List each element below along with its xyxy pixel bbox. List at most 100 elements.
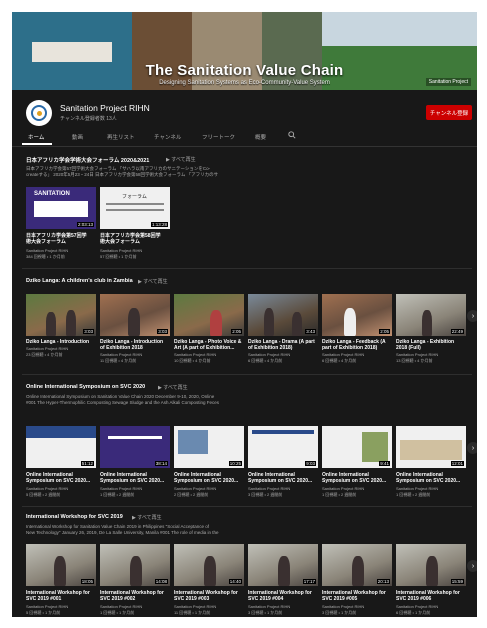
tab-playlists[interactable]: 再生リスト — [107, 133, 135, 141]
section-title[interactable]: Online International Symposium on SVC 20… — [26, 384, 145, 390]
video-title[interactable]: Dziko Langa - Introduction of Exhibition … — [100, 339, 168, 351]
video-duration: 51:12 — [80, 461, 94, 466]
video-thumbnail[interactable]: 51:12 — [26, 426, 96, 468]
tab-videos[interactable]: 動画 — [72, 133, 83, 141]
video-title-line: SVC 2019 #005 — [322, 596, 358, 602]
video-thumbnail[interactable]: 20:13 — [322, 544, 392, 586]
video-title[interactable]: Dziko Langa - Photo Voice & Art (A part o… — [174, 339, 242, 351]
video-channel[interactable]: Sanitation Project RIHN — [174, 352, 216, 357]
search-icon[interactable] — [288, 131, 296, 141]
tab-about[interactable]: 概要 — [255, 133, 266, 141]
video-title[interactable]: International Workshop for SVC 2019 #001 — [26, 590, 94, 602]
video-channel[interactable]: Sanitation Project RIHN — [100, 248, 142, 253]
carousel-next-icon[interactable]: › — [467, 442, 477, 454]
video-thumbnail[interactable]: 9:41 — [322, 426, 392, 468]
video-channel[interactable]: Sanitation Project RIHN — [322, 604, 364, 609]
tab-community[interactable]: フリートーク — [202, 133, 235, 141]
thumbnail-line — [252, 430, 314, 434]
video-title-line: Symposium on SVC 2020... — [100, 478, 165, 484]
play-all-label: すべて再生 — [171, 157, 196, 163]
play-all-link[interactable]: ▶ すべて再生 — [158, 384, 188, 391]
section-title[interactable]: 日本アフリカ学会学術大会フォーラム 2020&2021 — [26, 156, 149, 164]
video-title[interactable]: 日本アフリカ学会第58回学 術大会フォーラム — [100, 233, 168, 245]
video-meta: 1 回視聴 • 1 か月前 — [100, 610, 135, 615]
video-channel[interactable]: Sanitation Project RIHN — [322, 352, 364, 357]
video-title[interactable]: Dziko Langa - Feedback (A part of Exhibit… — [322, 339, 390, 351]
video-duration: 15:59 — [450, 579, 464, 584]
video-meta: 3 回視聴 • 1 か月前 — [322, 610, 357, 615]
video-title[interactable]: Online International Symposium on SVC 202… — [100, 472, 168, 484]
video-thumbnail[interactable]: 3:03 — [100, 294, 170, 336]
video-thumbnail[interactable]: 12:01 — [396, 426, 466, 468]
thumbnail-figure — [204, 556, 216, 586]
video-channel[interactable]: Sanitation Project RIHN — [322, 486, 364, 491]
video-title[interactable]: International Workshop for SVC 2019 #006 — [396, 590, 464, 602]
video-title[interactable]: Online International Symposium on SVC 202… — [396, 472, 464, 484]
section-description-line: createする」 2020年5月23・24日 日本アフリカ学会第58回学術大会… — [26, 172, 219, 177]
tab-channels[interactable]: チャンネル — [154, 133, 181, 141]
video-title-line: Art (A part of Exhibition... — [174, 345, 235, 351]
video-channel[interactable]: Sanitation Project RIHN — [396, 604, 438, 609]
video-channel[interactable]: Sanitation Project RIHN — [26, 346, 68, 351]
video-duration: 9:41 — [379, 461, 390, 466]
video-title[interactable]: Online International Symposium on SVC 202… — [26, 472, 94, 484]
video-thumbnail[interactable]: 17:17 — [248, 544, 318, 586]
video-thumbnail[interactable]: 2:05 — [322, 294, 392, 336]
video-thumbnail[interactable]: 38:14 — [100, 426, 170, 468]
play-all-link[interactable]: ▶ すべて再生 — [166, 156, 196, 163]
video-thumbnail[interactable]: 18:05 — [26, 544, 96, 586]
video-channel[interactable]: Sanitation Project RIHN — [100, 486, 142, 491]
section-title[interactable]: International Workshop for SVC 2019 — [26, 514, 123, 520]
video-channel[interactable]: Sanitation Project RIHN — [174, 486, 216, 491]
video-channel[interactable]: Sanitation Project RIHN — [26, 248, 68, 253]
video-thumbnail[interactable]: 22:49 — [396, 294, 466, 336]
video-channel[interactable]: Sanitation Project RIHN — [26, 604, 68, 609]
video-thumbnail[interactable]: SANITATION 2:03:13 — [26, 187, 96, 229]
carousel-next-icon[interactable]: › — [467, 310, 477, 322]
video-title[interactable]: Online International Symposium on SVC 202… — [174, 472, 242, 484]
video-title-line: SVC 2019 #001 — [26, 596, 62, 602]
video-title[interactable]: Dziko Langa - Introduction — [26, 339, 94, 345]
video-channel[interactable]: Sanitation Project RIHN — [396, 352, 438, 357]
video-thumbnail[interactable]: 3:03 — [26, 294, 96, 336]
video-channel[interactable]: Sanitation Project RIHN — [396, 486, 438, 491]
video-thumbnail[interactable]: 9:03 — [248, 426, 318, 468]
video-channel[interactable]: Sanitation Project RIHN — [100, 352, 142, 357]
video-channel[interactable]: Sanitation Project RIHN — [100, 604, 142, 609]
channel-avatar[interactable] — [26, 100, 52, 126]
video-thumbnail[interactable]: 14:08 — [100, 544, 170, 586]
video-meta: 11 回視聴 • 4 か月前 — [100, 358, 137, 363]
video-thumbnail[interactable]: 2:05 — [174, 294, 244, 336]
video-channel[interactable]: Sanitation Project RIHN — [248, 604, 290, 609]
play-all-link[interactable]: ▶ すべて再生 — [132, 514, 162, 521]
video-title[interactable]: Online International Symposium on SVC 202… — [322, 472, 390, 484]
video-channel[interactable]: Sanitation Project RIHN — [174, 604, 216, 609]
carousel-next-icon[interactable]: › — [467, 560, 477, 572]
video-title[interactable]: International Workshop for SVC 2019 #004 — [248, 590, 316, 602]
video-duration: 17:17 — [302, 579, 316, 584]
video-title[interactable]: International Workshop for SVC 2019 #002 — [100, 590, 168, 602]
section-description-line: New Technology" January 26, 2019, De La … — [26, 530, 219, 535]
video-thumbnail[interactable]: 10:25 — [174, 426, 244, 468]
video-title[interactable]: Dziko Langa - Drama (A part of Exhibition… — [248, 339, 316, 351]
video-thumbnail[interactable]: フォーラム 1:13:28 — [100, 187, 170, 229]
section-title[interactable]: Dziko Langa: A children's club in Zambia — [26, 278, 133, 284]
video-channel[interactable]: Sanitation Project RIHN — [248, 352, 290, 357]
video-thumbnail[interactable]: 15:59 — [396, 544, 466, 586]
video-title-line: 術大会フォーラム — [100, 239, 140, 245]
video-title[interactable]: Online International Symposium on SVC 202… — [248, 472, 316, 484]
tab-home[interactable]: ホーム — [28, 133, 44, 141]
video-channel[interactable]: Sanitation Project RIHN — [26, 486, 68, 491]
video-title[interactable]: International Workshop for SVC 2019 #003 — [174, 590, 242, 602]
video-title[interactable]: 日本アフリカ学会第57回学 術大会フォーラム — [26, 233, 94, 245]
play-all-link[interactable]: ▶ すべて再生 — [138, 278, 168, 285]
video-title[interactable]: Dziko Langa - Exhibition 2018 (Full) — [396, 339, 464, 351]
video-channel[interactable]: Sanitation Project RIHN — [248, 486, 290, 491]
video-thumbnail[interactable]: 3:43 — [248, 294, 318, 336]
video-title[interactable]: International Workshop for SVC 2019 #005 — [322, 590, 390, 602]
video-thumbnail[interactable]: 14:40 — [174, 544, 244, 586]
subscribe-button[interactable]: チャンネル登録 — [426, 105, 472, 120]
video-duration: 2:05 — [379, 329, 390, 334]
tabs-divider — [12, 146, 477, 147]
thumbnail-figure — [344, 308, 356, 336]
